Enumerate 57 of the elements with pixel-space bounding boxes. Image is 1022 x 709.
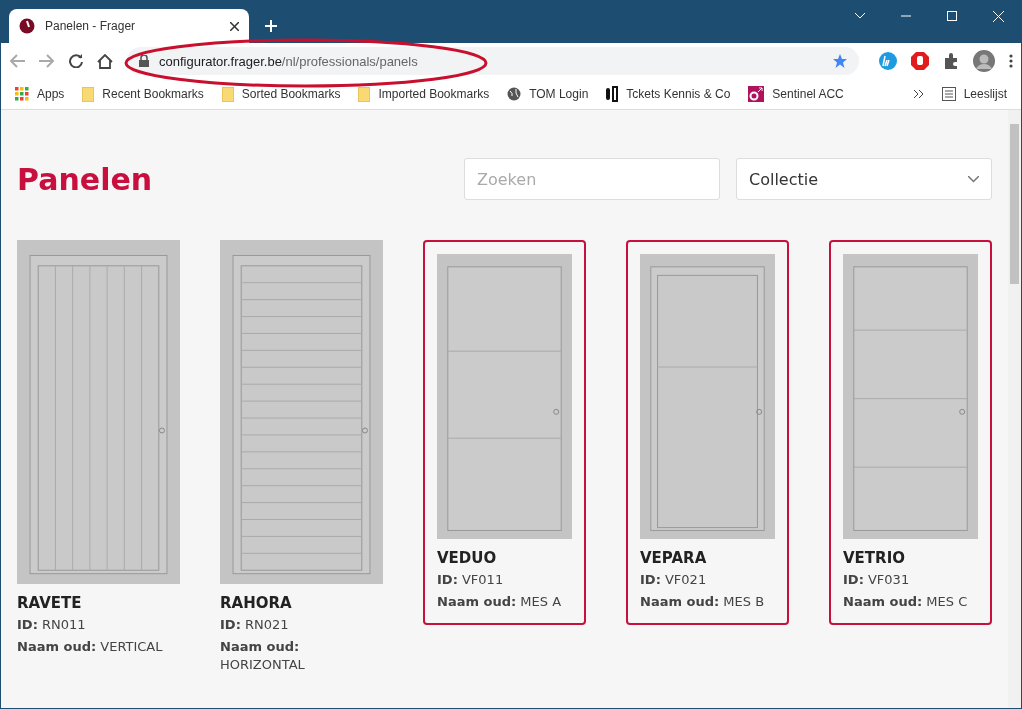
reload-icon[interactable]	[69, 54, 83, 68]
panel-id: ID: VF011	[437, 571, 505, 589]
avatar-icon[interactable]	[973, 50, 995, 72]
site-logo-icon	[19, 18, 35, 34]
chevron-down-icon[interactable]	[855, 13, 865, 19]
bookmark-item[interactable]: Apps	[15, 87, 65, 101]
hp-extension-icon[interactable]	[879, 52, 897, 70]
panel-id: ID: VF031	[843, 571, 911, 589]
panel-old-name: Naam oud: MES C	[843, 593, 969, 611]
folder-icon	[358, 86, 371, 102]
bookmark-item[interactable]: Recent Bookmarks	[82, 86, 204, 102]
bookmark-item[interactable]: Tckets Kennis & Co	[606, 86, 731, 102]
search-field[interactable]: Zoeken	[464, 158, 720, 200]
chevrons-icon[interactable]	[913, 90, 924, 98]
star-icon[interactable]	[833, 54, 847, 68]
globe-icon	[507, 87, 522, 101]
chevron-down-icon	[968, 175, 979, 183]
panel-id: ID: VF021	[640, 571, 708, 589]
page-title: Panelen	[17, 161, 154, 197]
apps-grid-icon	[15, 87, 29, 101]
maximize-icon[interactable]	[947, 11, 957, 21]
hand-extension-icon[interactable]	[911, 52, 929, 70]
lock-icon	[139, 55, 149, 67]
panel-name: RAHORA	[220, 594, 293, 612]
url-text: configurator.frager.be/nl/professionals/panels	[159, 53, 419, 69]
folder-icon	[82, 86, 95, 102]
sentinel-icon	[748, 86, 765, 102]
list-icon	[941, 87, 956, 101]
panel-old-name: Naam oud: VERTICAL	[17, 638, 164, 656]
panel-id: ID: RN021	[220, 616, 290, 634]
browser-tab[interactable]: Panelen - Frager	[9, 9, 249, 43]
panel-id: ID: RN011	[17, 616, 87, 634]
panel-name: RAVETE	[17, 594, 83, 612]
address-bar[interactable]: configurator.frager.be/nl/professionals/panels	[127, 47, 859, 75]
panel-old-name: Naam oud: MES B	[640, 593, 766, 611]
panel-name: VEDUO	[437, 549, 498, 567]
more-menu-icon[interactable]	[1009, 54, 1013, 68]
folder-icon	[221, 86, 234, 102]
ticket-icon	[606, 86, 619, 102]
collection-dropdown[interactable]: Collectie	[736, 158, 992, 200]
bookmark-item[interactable]: Sorted Bookmarks	[221, 86, 341, 102]
panel-old-name: Naam oud: HORIZONTAL	[220, 638, 306, 674]
panel-card[interactable]: VEDUO ID: VF011 Naam oud: MES A	[423, 240, 586, 625]
tab-title: Panelen - Frager	[45, 19, 137, 33]
puzzle-icon[interactable]	[943, 53, 959, 69]
bookmark-item[interactable]: Sentinel ACC	[748, 86, 844, 102]
panel-card[interactable]: VETRIO ID: VF031 Naam oud: MES C	[829, 240, 992, 625]
close-icon[interactable]	[230, 21, 239, 31]
panel-name: VETRIO	[843, 549, 906, 567]
panel-old-name: Naam oud: MES A	[437, 593, 563, 611]
panel-name: VEPARA	[640, 549, 708, 567]
home-icon[interactable]	[97, 53, 113, 69]
new-tab-icon[interactable]	[265, 20, 277, 32]
reading-list-item[interactable]: Leeslijst	[941, 87, 1007, 101]
bookmark-item[interactable]: TOM Login	[507, 87, 589, 101]
panel-card[interactable]: VEPARA ID: VF021 Naam oud: MES B	[626, 240, 789, 625]
bookmark-item[interactable]: Imported Bookmarks	[358, 86, 490, 102]
